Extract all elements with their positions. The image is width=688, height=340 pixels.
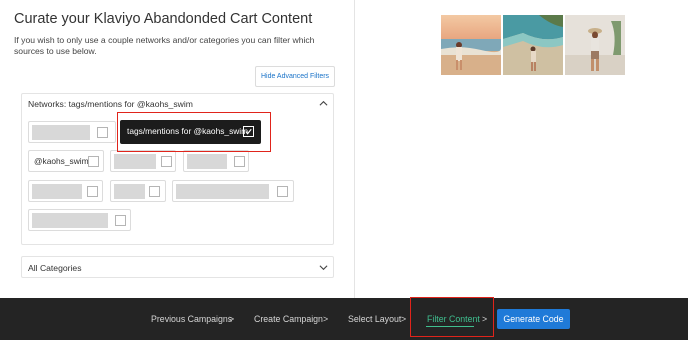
chip-placeholder — [32, 125, 90, 140]
checkbox-icon[interactable] — [115, 215, 126, 226]
chip-placeholder — [32, 213, 108, 228]
checkbox-icon[interactable] — [234, 156, 245, 167]
step-select-layout[interactable]: Select Layout — [348, 314, 401, 324]
page-description: If you wish to only use a couple network… — [14, 35, 315, 56]
network-chip-kaohs-swim[interactable]: @kaohs_swim — [28, 150, 104, 172]
chip-label: @kaohs_swim — [34, 156, 89, 166]
step-separator: > — [229, 314, 235, 324]
filter-panel: Curate your Klaviyo Abandonded Cart Cont… — [0, 0, 355, 298]
checkbox-icon[interactable] — [88, 156, 99, 167]
chip-placeholder — [32, 184, 82, 199]
content-preview — [356, 0, 688, 298]
network-chip[interactable] — [28, 180, 103, 202]
network-chip[interactable] — [183, 150, 249, 172]
checkbox-icon[interactable] — [161, 156, 172, 167]
highlight-box-filter-content — [410, 297, 494, 337]
step-previous-campaigns[interactable]: Previous Campaigns — [151, 314, 232, 324]
step-separator: > — [401, 314, 407, 324]
categories-label: All Categories — [28, 263, 82, 273]
chevron-up-icon[interactable] — [319, 99, 328, 108]
network-chip[interactable] — [172, 180, 294, 202]
network-chip[interactable] — [28, 121, 116, 143]
network-chip[interactable] — [28, 209, 131, 231]
checkbox-icon[interactable] — [277, 186, 288, 197]
beach-photo-sunset — [441, 15, 501, 75]
network-chip[interactable] — [110, 150, 176, 172]
beach-photo-cove — [503, 15, 563, 75]
page-title: Curate your Klaviyo Abandonded Cart Cont… — [14, 11, 313, 27]
hide-advanced-filters-button[interactable]: Hide Advanced Filters — [255, 66, 335, 87]
beach-photo-portrait — [565, 15, 625, 75]
networks-header: Networks: tags/mentions for @kaohs_swim — [28, 99, 193, 109]
chip-placeholder — [114, 184, 145, 199]
step-separator: > — [323, 314, 329, 324]
checkbox-icon[interactable] — [87, 186, 98, 197]
network-chip[interactable] — [110, 180, 166, 202]
highlight-box-tooltip — [117, 112, 271, 152]
chip-placeholder — [114, 154, 156, 169]
chevron-down-icon — [319, 265, 328, 271]
checkbox-icon[interactable] — [97, 127, 108, 138]
chip-placeholder — [187, 154, 227, 169]
step-create-campaign[interactable]: Create Campaign — [254, 314, 323, 324]
checkbox-icon[interactable] — [149, 186, 160, 197]
wizard-footer: Previous Campaigns > Create Campaign > S… — [0, 298, 688, 340]
chip-placeholder — [176, 184, 269, 199]
generate-code-button[interactable]: Generate Code — [497, 309, 570, 329]
categories-dropdown[interactable]: All Categories — [21, 256, 334, 278]
